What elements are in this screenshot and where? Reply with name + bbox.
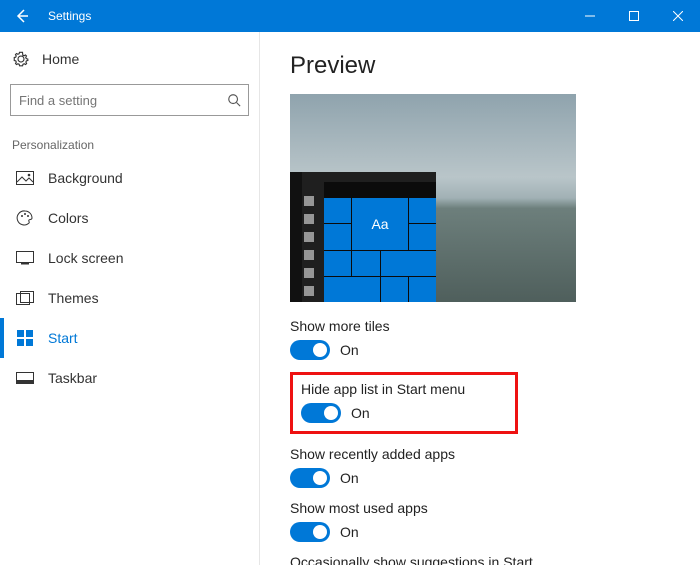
setting-label: Occasionally show suggestions in Start (290, 554, 700, 565)
palette-icon (16, 209, 34, 227)
taskbar-icon (16, 369, 34, 387)
sidebar-item-label: Themes (48, 290, 99, 306)
setting-show-more-tiles: Show more tiles On (290, 318, 700, 360)
sidebar-category: Personalization (0, 128, 259, 158)
sidebar-item-background[interactable]: Background (0, 158, 259, 198)
maximize-icon (629, 11, 639, 21)
sidebar-item-label: Taskbar (48, 370, 97, 386)
preview-tile-grid: Aa (324, 172, 436, 302)
gear-icon (12, 50, 30, 68)
toggle-state: On (340, 342, 359, 358)
sidebar-item-label: Background (48, 170, 123, 186)
toggle-state: On (340, 470, 359, 486)
themes-icon (16, 289, 34, 307)
maximize-button[interactable] (612, 0, 656, 32)
sidebar-item-label: Lock screen (48, 250, 123, 266)
window-title: Settings (44, 9, 91, 23)
setting-suggestions: Occasionally show suggestions in Start O… (290, 554, 700, 565)
sidebar-item-taskbar[interactable]: Taskbar (0, 358, 259, 398)
main-content: Preview Aa (260, 32, 700, 565)
sidebar: Home Personalization Background (0, 32, 260, 565)
sidebar-home-label: Home (42, 51, 79, 67)
close-icon (673, 11, 683, 21)
setting-label: Hide app list in Start menu (301, 381, 465, 397)
minimize-button[interactable] (568, 0, 612, 32)
sidebar-item-colors[interactable]: Colors (0, 198, 259, 238)
sidebar-item-themes[interactable]: Themes (0, 278, 259, 318)
toggle-show-more-tiles[interactable] (290, 340, 330, 360)
arrow-left-icon (14, 8, 30, 24)
setting-label: Show most used apps (290, 500, 700, 516)
toggle-recently-added[interactable] (290, 468, 330, 488)
highlighted-setting: Hide app list in Start menu On (290, 372, 518, 434)
toggle-state: On (351, 405, 370, 421)
start-icon (16, 329, 34, 347)
setting-recently-added: Show recently added apps On (290, 446, 700, 488)
sidebar-home[interactable]: Home (0, 42, 259, 76)
setting-label: Show recently added apps (290, 446, 700, 462)
toggle-most-used[interactable] (290, 522, 330, 542)
start-preview: Aa (290, 94, 576, 302)
minimize-icon (585, 11, 595, 21)
search-input[interactable] (10, 84, 249, 116)
sidebar-item-lock-screen[interactable]: Lock screen (0, 238, 259, 278)
toggle-hide-app-list[interactable] (301, 403, 341, 423)
sidebar-nav: Background Colors Lock screen Themes (0, 158, 259, 398)
sidebar-item-label: Start (48, 330, 78, 346)
setting-most-used: Show most used apps On (290, 500, 700, 542)
preview-sample-tile: Aa (352, 198, 408, 249)
titlebar: Settings (0, 0, 700, 32)
lock-screen-icon (16, 249, 34, 267)
setting-hide-app-list: Hide app list in Start menu On (301, 381, 465, 423)
close-button[interactable] (656, 0, 700, 32)
picture-icon (16, 169, 34, 187)
sidebar-item-label: Colors (48, 210, 88, 226)
toggle-state: On (340, 524, 359, 540)
sidebar-item-start[interactable]: Start (0, 318, 259, 358)
setting-label: Show more tiles (290, 318, 700, 334)
page-heading: Preview (290, 52, 700, 80)
back-button[interactable] (0, 0, 44, 32)
